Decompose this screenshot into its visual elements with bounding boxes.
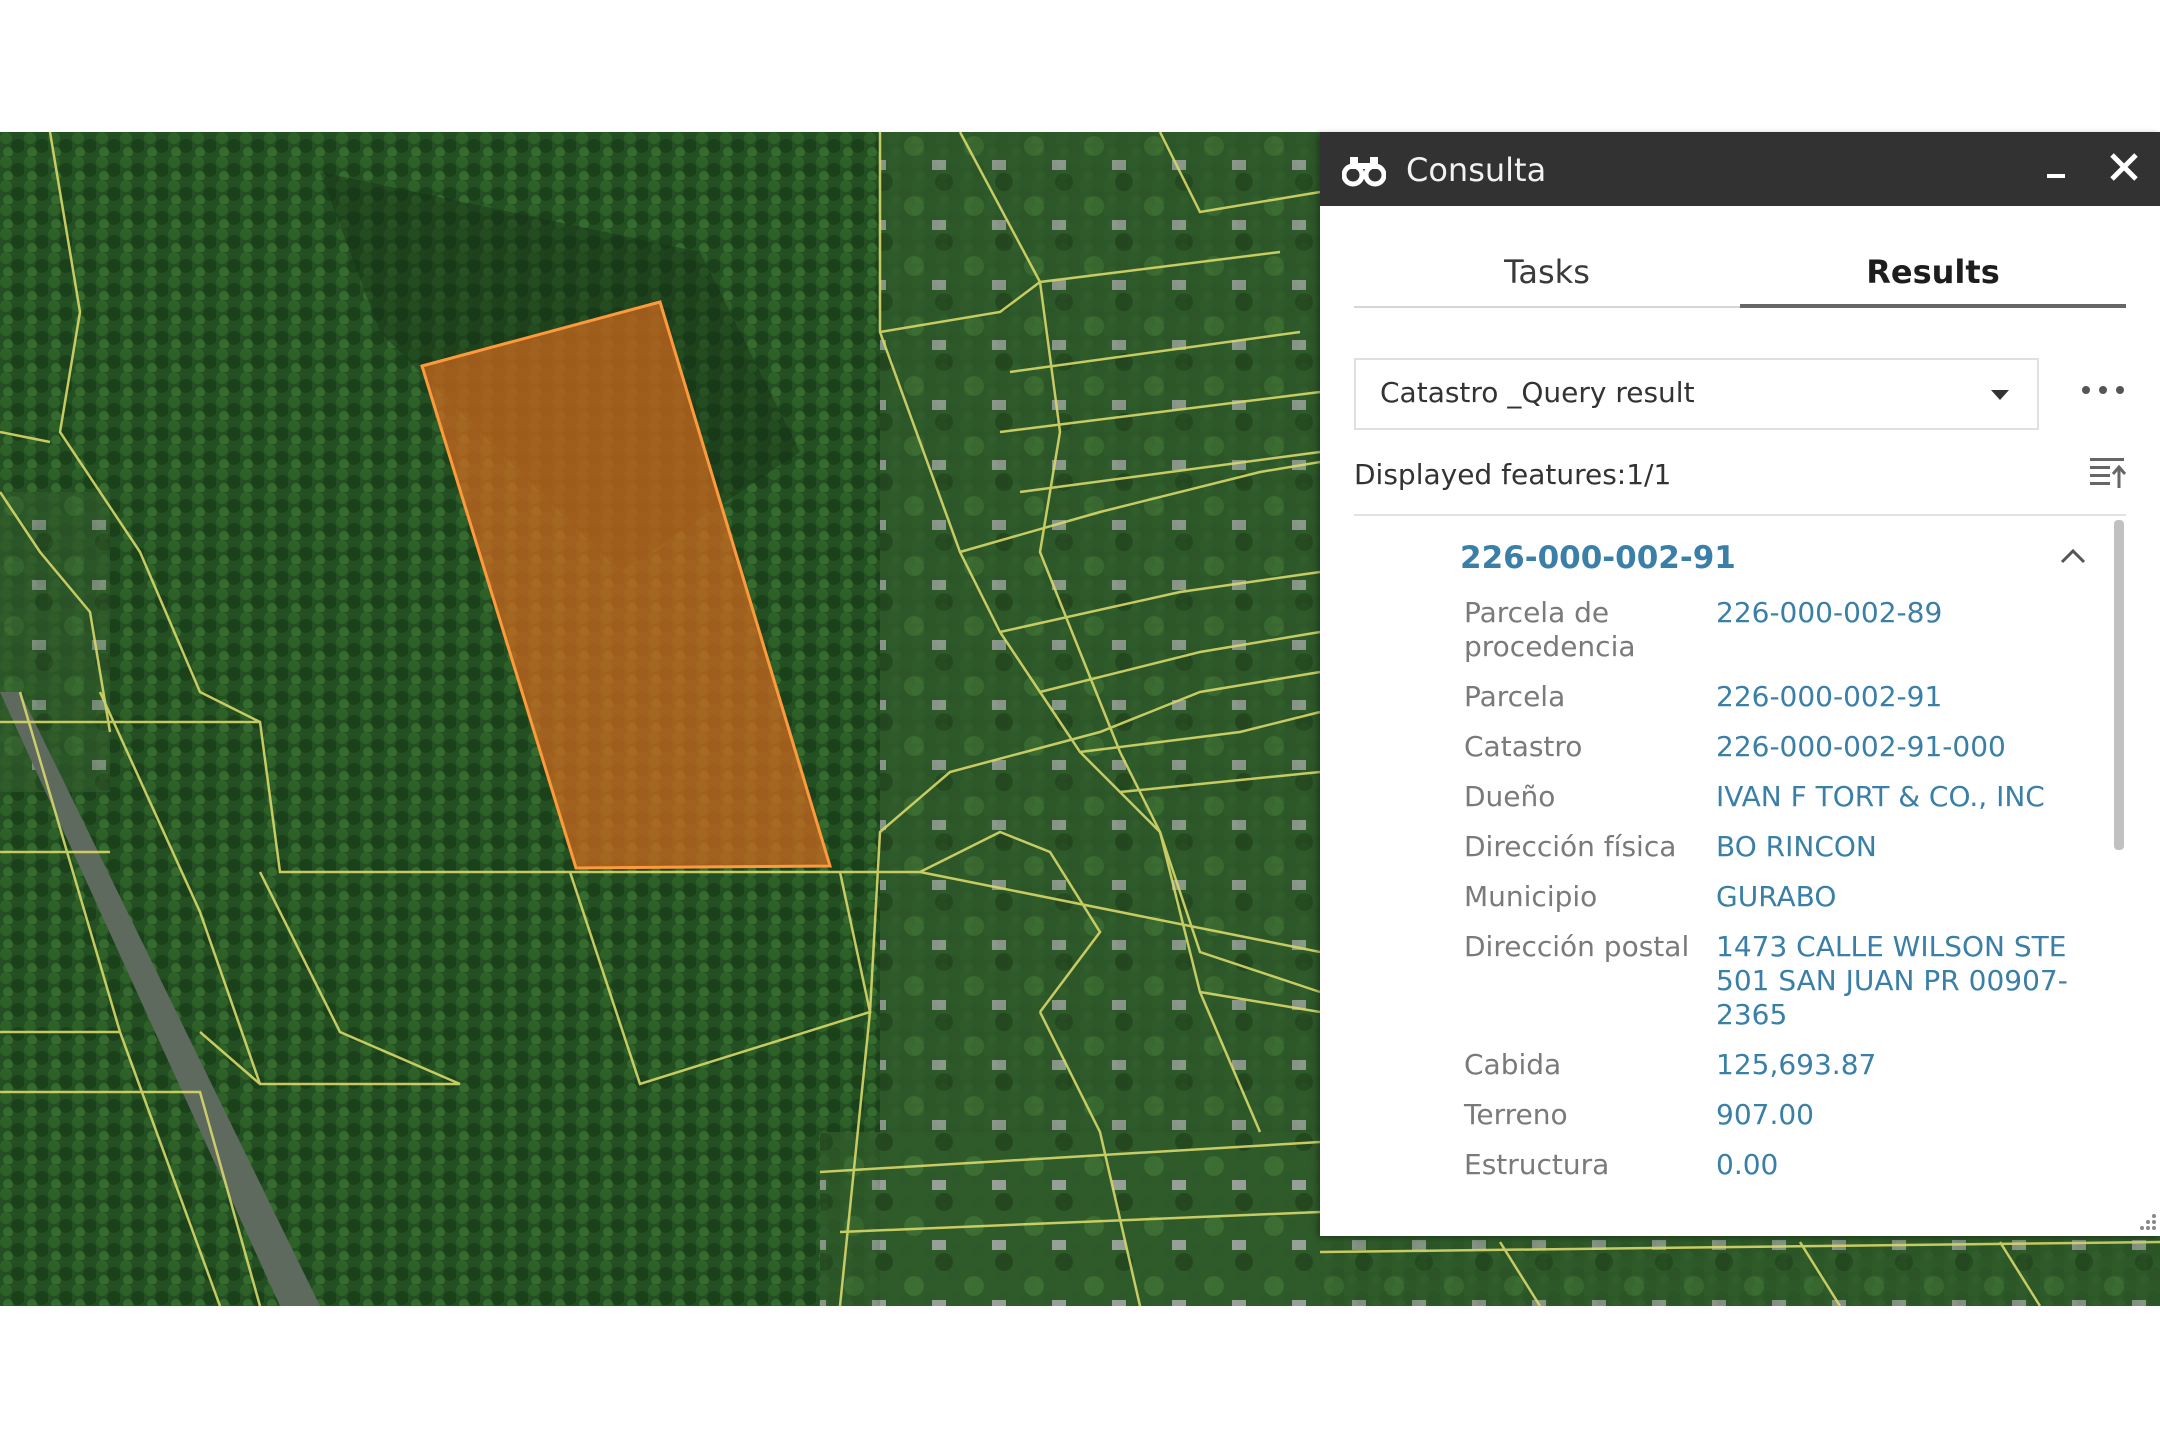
attribute-value: 226-000-002-91-000 (1716, 730, 2006, 763)
attribute-value: 226-000-002-91 (1716, 680, 1943, 713)
attribute-value: IVAN F TORT & CO., INC (1716, 780, 2045, 813)
attribute-value: BO RINCON (1716, 830, 1877, 863)
attribute-value: 907.00 (1716, 1098, 1814, 1131)
close-icon[interactable] (2106, 149, 2142, 185)
attribute-label: Dirección postal (1464, 930, 1690, 963)
query-result-select[interactable]: Catastro _Query result (1354, 358, 2039, 430)
binoculars-icon (1342, 157, 1386, 187)
attribute-value: 0.00 (1716, 1148, 1779, 1181)
attribute-label: Parcela (1464, 680, 1566, 713)
attribute-label: Municipio (1464, 880, 1598, 913)
panel-header[interactable]: Consulta (1320, 132, 2160, 206)
attribute-label: Cabida (1464, 1048, 1562, 1081)
attribute-label: Catastro (1464, 730, 1583, 763)
chevron-down-icon (1991, 390, 2009, 400)
attribute-label: Estructura (1464, 1148, 1610, 1181)
attribute-value: 125,693.87 (1716, 1048, 1877, 1081)
feature-title-link[interactable]: 226-000-002-91 (1460, 540, 1736, 576)
attribute-label: Terreno (1464, 1098, 1568, 1131)
more-options-icon[interactable] (2082, 378, 2124, 402)
scrollbar-thumb[interactable] (2114, 520, 2124, 850)
tab-bar: Tasks Results (1354, 246, 2126, 308)
attribute-value: 226-000-002-89 (1716, 596, 1943, 629)
attribute-label: Dirección física (1464, 830, 1677, 863)
resize-handle-icon[interactable] (2138, 1212, 2158, 1232)
query-panel: Consulta Tasks Results Catastro _Query r… (1320, 132, 2160, 1236)
tab-tasks[interactable]: Tasks (1354, 246, 1740, 306)
result-list: 226-000-002-91 Parcela de procedencia 22… (1354, 516, 2102, 1206)
attribute-value: 1473 CALLE WILSON STE 501 SAN JUAN PR 00… (1716, 930, 2068, 1031)
attribute-label: Parcela de procedencia (1464, 596, 1636, 663)
query-select-value: Catastro _Query result (1380, 376, 1695, 409)
tab-results[interactable]: Results (1740, 246, 2126, 308)
attribute-label: Dueño (1464, 780, 1556, 813)
attribute-value: GURABO (1716, 880, 1837, 913)
minimize-icon[interactable] (2047, 174, 2065, 178)
displayed-features-count: Displayed features:1/1 (1354, 458, 1672, 491)
chevron-up-icon[interactable] (2058, 542, 2088, 572)
sort-icon[interactable] (2086, 452, 2128, 494)
panel-title: Consulta (1406, 151, 1547, 189)
